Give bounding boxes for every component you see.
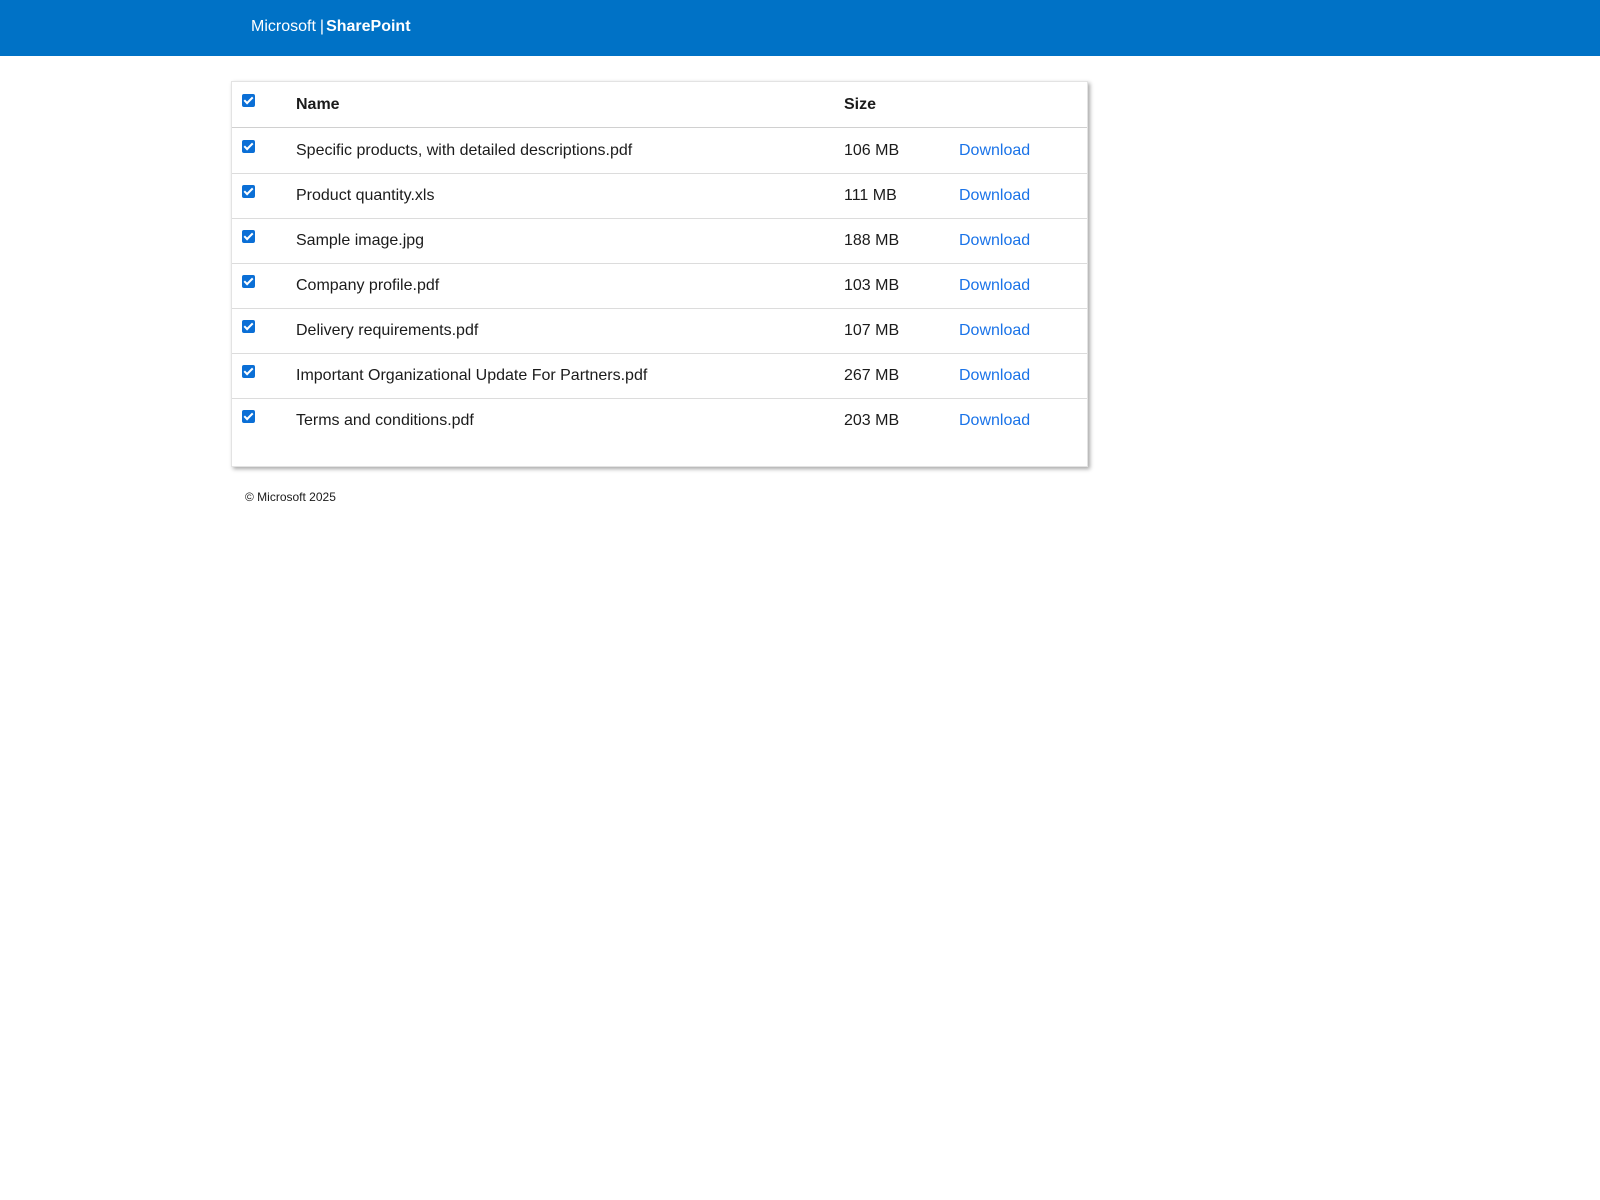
brand-logo[interactable]: Microsoft | SharePoint xyxy=(251,17,411,37)
table-row: Important Organizational Update For Part… xyxy=(232,353,1087,399)
top-bar: Microsoft | SharePoint xyxy=(0,0,1600,56)
row-checkbox[interactable] xyxy=(242,140,255,153)
file-name: Terms and conditions.pdf xyxy=(296,412,474,429)
download-link[interactable]: Download xyxy=(959,353,1030,398)
file-name: Important Organizational Update For Part… xyxy=(296,367,648,384)
column-header-size[interactable]: Size xyxy=(844,82,876,127)
file-size: 107 MB xyxy=(844,322,900,339)
file-size: 103 MB xyxy=(844,277,900,294)
file-size: 203 MB xyxy=(844,412,900,429)
file-size: 111 MB xyxy=(844,187,897,204)
file-name: Product quantity.xls xyxy=(296,187,435,204)
download-link[interactable]: Download xyxy=(959,128,1030,173)
download-link[interactable]: Download xyxy=(959,398,1030,443)
table-row: Company profile.pdf 103 MB Download xyxy=(232,263,1087,309)
file-size: 188 MB xyxy=(844,232,900,249)
table-header: Name Size xyxy=(232,82,1087,128)
table-row: Sample image.jpg 188 MB Download xyxy=(232,218,1087,264)
download-link[interactable]: Download xyxy=(959,308,1030,353)
brand-separator: | xyxy=(319,18,325,35)
footer-copyright: © Microsoft 2025 xyxy=(245,490,336,504)
row-checkbox[interactable] xyxy=(242,275,255,288)
download-link[interactable]: Download xyxy=(959,173,1030,218)
table-row: Delivery requirements.pdf 107 MB Downloa… xyxy=(232,308,1087,354)
file-name: Specific products, with detailed descrip… xyxy=(296,142,633,159)
row-checkbox[interactable] xyxy=(242,410,255,423)
download-link[interactable]: Download xyxy=(959,218,1030,263)
file-name: Company profile.pdf xyxy=(296,277,440,294)
table-row: Specific products, with detailed descrip… xyxy=(232,128,1087,174)
file-size: 267 MB xyxy=(844,367,900,384)
row-checkbox[interactable] xyxy=(242,230,255,243)
file-size: 106 MB xyxy=(844,142,900,159)
brand-product: SharePoint xyxy=(326,18,411,35)
column-header-name[interactable]: Name xyxy=(296,82,340,127)
table-row: Terms and conditions.pdf 203 MB Download xyxy=(232,398,1087,443)
file-name: Delivery requirements.pdf xyxy=(296,322,479,339)
row-checkbox[interactable] xyxy=(242,365,255,378)
brand-company: Microsoft xyxy=(251,18,316,35)
file-name: Sample image.jpg xyxy=(296,232,425,249)
table-row: Product quantity.xls 111 MB Download xyxy=(232,173,1087,219)
select-all-checkbox[interactable] xyxy=(242,94,255,107)
download-link[interactable]: Download xyxy=(959,263,1030,308)
row-checkbox[interactable] xyxy=(242,320,255,333)
row-checkbox[interactable] xyxy=(242,185,255,198)
file-list-card: Name Size Specific products, with detail… xyxy=(231,81,1088,467)
